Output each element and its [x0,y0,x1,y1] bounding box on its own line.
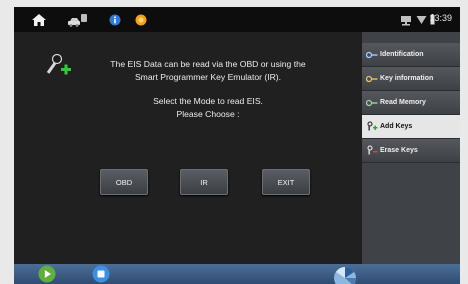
sidebar-item-erase-keys[interactable]: Erase Keys [362,139,460,163]
bottom-bar [14,264,460,284]
eis-prompt-line-2: Please Choose : [176,109,240,119]
stop-icon[interactable] [92,265,110,283]
add-key-small-icon [365,121,379,133]
car-diagnostic-icon[interactable] [66,11,88,28]
sidebar-item-identification[interactable]: Identification [362,43,460,67]
erase-key-icon [365,145,379,157]
sidebar-item-label: Read Memory [380,99,426,106]
sidebar-item-add-keys[interactable]: Add Keys [362,115,460,139]
key-info-icon [365,73,379,85]
network-icon [399,11,413,28]
app-logo-icon [332,264,358,284]
sidebar-item-label: Identification [380,51,424,58]
eis-info-line-2: Smart Programmer Key Emulator (IR). [134,72,282,82]
app-screen: 13:39 The EIS Data can be read via the O… [14,7,460,284]
play-icon[interactable] [38,265,56,283]
exit-button[interactable]: EXIT [262,169,310,195]
wifi-icon [415,11,427,28]
eis-prompt-line-1: Select the Mode to read EIS. [153,96,263,106]
add-key-icon [42,52,74,80]
eis-info-line-1: The EIS Data can be read via the OBD or … [110,59,306,69]
ir-button[interactable]: IR [180,169,228,195]
sidebar: Identification Key information Read Memo… [362,32,460,264]
main-panel: The EIS Data can be read via the OBD or … [14,32,362,264]
key-icon [365,49,379,61]
sidebar-item-key-information[interactable]: Key information [362,67,460,91]
clock-time: 13:39 [429,13,452,23]
info-icon[interactable] [108,11,122,28]
sidebar-item-label: Key information [380,75,434,82]
sidebar-item-label: Add Keys [380,123,413,130]
alert-orange-icon[interactable] [134,11,148,28]
memory-key-icon [365,97,379,109]
top-bar: 13:39 [14,7,460,32]
home-icon[interactable] [30,11,48,28]
sidebar-item-label: Erase Keys [380,147,418,154]
obd-button[interactable]: OBD [100,169,148,195]
sidebar-item-read-memory[interactable]: Read Memory [362,91,460,115]
